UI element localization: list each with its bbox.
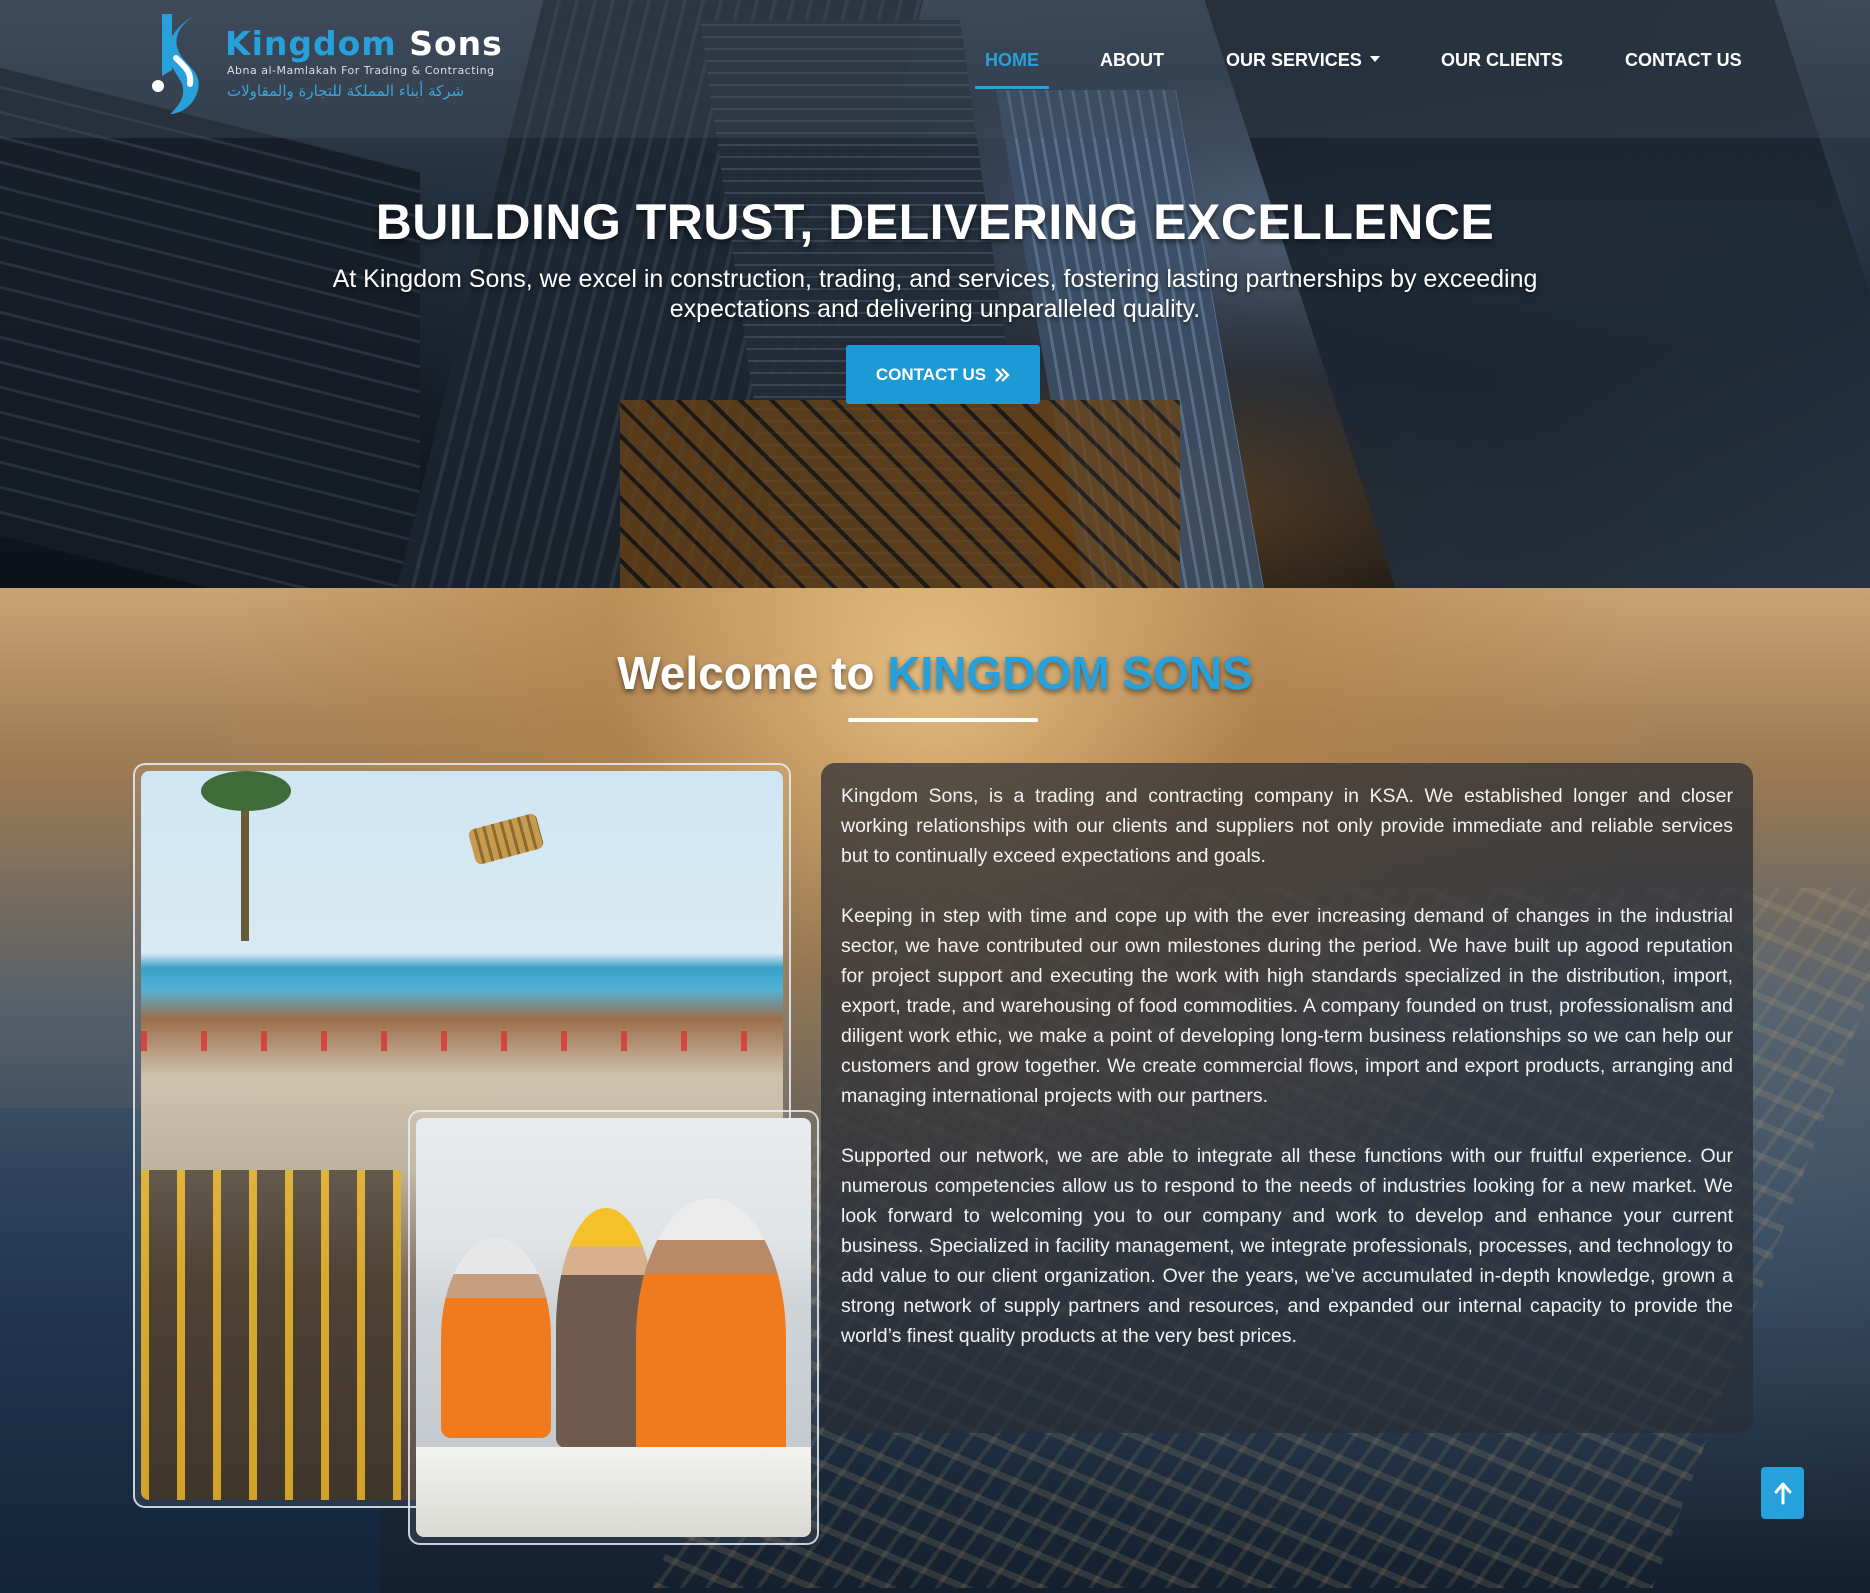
about-text-box: Kingdom Sons, is a trading and contracti… (821, 763, 1753, 1433)
navbar: Kingdom Sons Abna al-Mamlakah For Tradin… (0, 0, 1870, 138)
scaffolding-poles (141, 1170, 401, 1500)
nav-contact-us[interactable]: CONTACT US (1625, 48, 1742, 88)
palm-tree (201, 771, 291, 941)
hero-subtitle: At Kingdom Sons, we excel in constructio… (332, 265, 1538, 323)
main-nav: HOME ABOUT OUR SERVICES OUR CLIENTS CONT… (0, 48, 1870, 89)
about-paragraph: Kingdom Sons, is a trading and contracti… (841, 785, 1733, 867)
caret-down-icon (1369, 56, 1380, 63)
heading-underline (848, 718, 1038, 722)
building-background (620, 400, 1180, 588)
welcome-section: Welcome to KINGDOM SONS Kingdom Sons, is… (0, 588, 1870, 1593)
hero-title: BUILDING TRUST, DELIVERING EXCELLENCE (375, 194, 1495, 250)
about-paragraph: Supported our network, we are able to in… (841, 1145, 1733, 1347)
nav-home[interactable]: HOME (975, 48, 1049, 89)
nav-our-clients[interactable]: OUR CLIENTS (1441, 48, 1563, 88)
engineer-figure (636, 1198, 786, 1478)
crane-load (467, 812, 545, 866)
about-paragraph: Keeping in step with time and cope up wi… (841, 905, 1733, 1107)
engineers-team-photo (416, 1118, 811, 1537)
engineers-team-image (408, 1110, 819, 1545)
welcome-heading-prefix: Welcome to (617, 647, 875, 699)
blueprint-table (416, 1447, 811, 1537)
building-background (0, 67, 420, 588)
safety-railing (141, 1031, 783, 1051)
nav-our-services[interactable]: OUR SERVICES (1226, 48, 1380, 88)
nav-about[interactable]: ABOUT (1100, 48, 1164, 88)
scroll-to-top-button[interactable] (1761, 1467, 1804, 1519)
engineer-figure (441, 1238, 551, 1438)
welcome-heading-highlight: KINGDOM SONS (887, 647, 1253, 699)
hero-section: Kingdom Sons Abna al-Mamlakah For Tradin… (0, 0, 1870, 588)
double-chevron-right-icon (995, 367, 1010, 382)
arrow-up-icon (1774, 1482, 1791, 1505)
welcome-heading: Welcome to KINGDOM SONS (0, 646, 1870, 700)
contact-us-button-label: CONTACT US (875, 364, 987, 384)
contact-us-button[interactable]: CONTACT US (846, 345, 1040, 404)
nav-our-services-label: OUR SERVICES (1226, 50, 1362, 70)
